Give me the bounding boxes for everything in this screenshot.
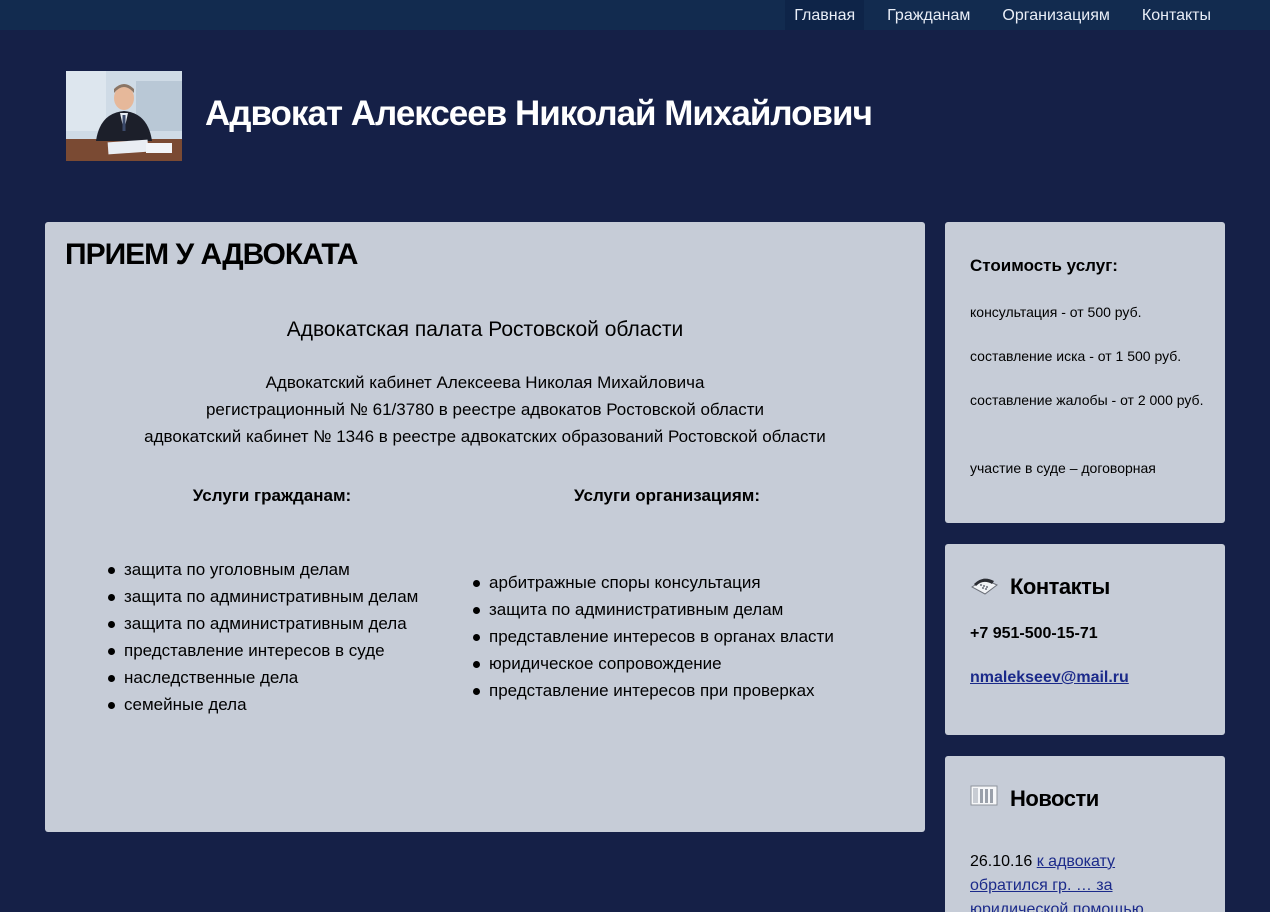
list-item: представление интересов при проверках (473, 677, 834, 704)
contacts-widget: Контакты +7 951-500-15-71 nmalekseev@mai… (945, 544, 1225, 735)
price-item: составление иска - от 1 500 руб. (970, 348, 1182, 364)
list-item: юридическое сопровождение (473, 650, 834, 677)
nav-item-organizations[interactable]: Организациям (986, 0, 1126, 30)
list-item: представление интересов в суде (108, 637, 418, 664)
list-item: защита по административным делам (473, 596, 834, 623)
contact-phone: +7 951-500-15-71 (970, 625, 1098, 642)
list-item-label: семейные дела (124, 695, 247, 714)
bullet-icon (473, 688, 480, 695)
price-item: консультация - от 500 руб. (970, 304, 1142, 320)
office-line: Адвокатский кабинет Алексеева Николая Ми… (265, 373, 705, 392)
list-item: защита по административным дела (108, 610, 418, 637)
news-entry: 26.10.16 к адвокату обратился гр. … за ю… (970, 850, 1180, 912)
list-item-label: защита по административным делам (489, 600, 784, 619)
lawyer-photo[interactable] (66, 71, 182, 161)
nav-item-citizens[interactable]: Гражданам (871, 0, 986, 30)
top-bar: Главная Гражданам Организациям Контакты (0, 0, 1270, 30)
bullet-icon (108, 702, 115, 709)
nav-item-contacts[interactable]: Контакты (1126, 0, 1227, 30)
office-line: регистрационный № 61/3780 в реестре адво… (205, 400, 765, 419)
telephone-icon (971, 578, 998, 595)
list-item-label: наследственные дела (124, 668, 299, 687)
list-item: защита по административным делам (108, 583, 418, 610)
main-content-panel: ПРИЕМ У АДВОКАТА Адвокатская палата Рост… (45, 222, 925, 832)
bullet-icon (473, 661, 480, 668)
bullet-icon (108, 567, 115, 574)
office-line: адвокатский кабинет № 1346 в реестре адв… (144, 427, 826, 446)
bullet-icon (108, 648, 115, 655)
bullet-icon (473, 634, 480, 641)
contacts-title: Контакты (1010, 574, 1110, 599)
list-item-label: защита по уголовным делам (124, 560, 350, 579)
prices-widget: Стоимость услуг: консультация - от 500 р… (945, 222, 1225, 523)
list-item: представление интересов в органах власти (473, 623, 834, 650)
bullet-icon (108, 621, 115, 628)
list-item: семейные дела (108, 691, 418, 718)
list-item: наследственные дела (108, 664, 418, 691)
prices-title: Стоимость услуг: (970, 256, 1118, 275)
nav-item-home[interactable]: Главная (785, 0, 865, 30)
bullet-icon (473, 607, 480, 614)
bullet-icon (108, 675, 115, 682)
contact-email-link[interactable]: nmalekseev@mail.ru (970, 669, 1129, 687)
list-item-label: защита по административным делам (124, 587, 419, 606)
site-title: Адвокат Алексеев Николай Михайлович (205, 94, 873, 133)
list-item: арбитражные споры консультация (473, 569, 834, 596)
list-item-label: юридическое сопровождение (489, 654, 722, 673)
lawyer-photo-image (66, 71, 182, 161)
price-item: составление жалобы - от 2 000 руб. (970, 392, 1204, 408)
news-title: Новости (1010, 786, 1099, 811)
bullet-icon (108, 594, 115, 601)
citizens-services-list: защита по уголовным делам защита по адми… (108, 556, 418, 718)
news-widget: Новости 26.10.16 к адвокату обратился гр… (945, 756, 1225, 912)
list-item-label: представление интересов в суде (124, 641, 385, 660)
organizations-services-list: арбитражные споры консультация защита по… (473, 569, 834, 704)
list-item-label: защита по административным дела (124, 614, 407, 633)
top-navigation: Главная Гражданам Организациям Контакты (785, 0, 1227, 30)
list-item: защита по уголовным делам (108, 556, 418, 583)
page-title: ПРИЕМ У АДВОКАТА (65, 238, 358, 271)
newspaper-icon (970, 785, 998, 806)
bar-chamber-name: Адвокатская палата Ростовской области (286, 318, 684, 341)
list-item-label: арбитражные споры консультация (489, 573, 761, 592)
news-date: 26.10.16 (970, 853, 1033, 870)
price-item: участие в суде – договорная (970, 460, 1156, 476)
organizations-services-heading: Услуги организациям: (573, 486, 760, 505)
list-item-label: представление интересов в органах власти (489, 627, 834, 646)
citizens-services-heading: Услуги гражданам: (192, 486, 352, 505)
office-details: Адвокатский кабинет Алексеева Николая Ми… (45, 369, 925, 450)
bullet-icon (473, 580, 480, 587)
list-item-label: представление интересов при проверках (489, 681, 815, 700)
